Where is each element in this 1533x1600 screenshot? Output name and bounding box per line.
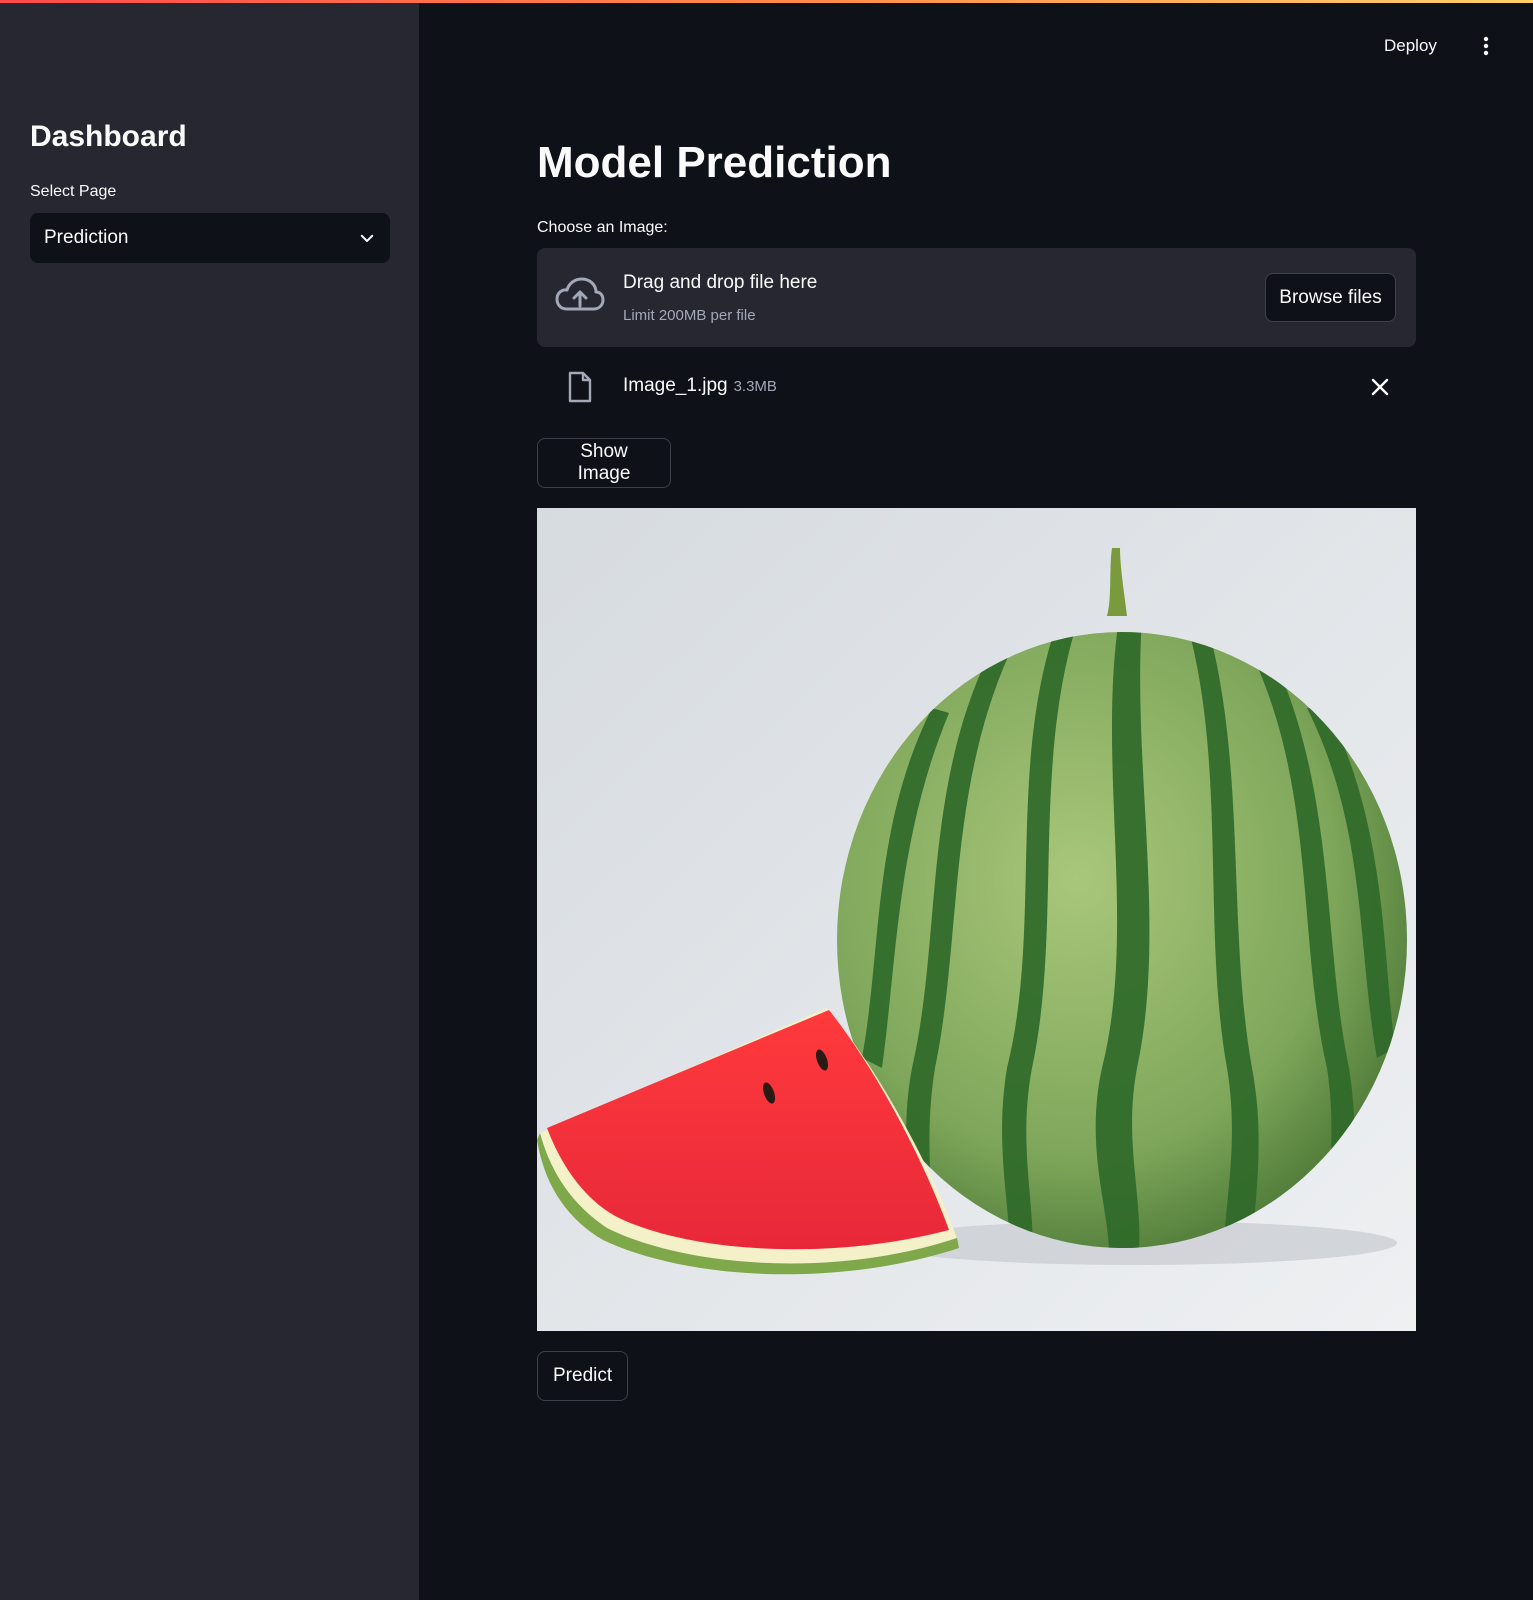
main-menu-button[interactable] xyxy=(1476,32,1496,60)
upload-cloud-icon xyxy=(555,277,605,311)
page-title: Model Prediction xyxy=(537,138,892,187)
predict-button[interactable]: Predict xyxy=(537,1351,628,1401)
dropzone-limit: Limit 200MB per file xyxy=(623,307,756,324)
browse-files-button[interactable]: Browse files xyxy=(1265,273,1396,322)
file-size: 3.3MB xyxy=(733,378,777,395)
page-select[interactable]: Prediction xyxy=(30,213,390,263)
dropzone-instructions: Drag and drop file here xyxy=(623,272,818,293)
uploader-label: Choose an Image: xyxy=(537,219,668,236)
deploy-button[interactable]: Deploy xyxy=(1384,32,1437,60)
sidebar: Dashboard Select Page Prediction xyxy=(0,0,419,1600)
kebab-menu-icon xyxy=(1483,36,1489,56)
file-icon xyxy=(568,371,592,403)
file-name-wrapper: Image_1.jpg 3.3MB xyxy=(623,375,777,397)
uploaded-file-row: Image_1.jpg 3.3MB xyxy=(537,365,1416,409)
file-name: Image_1.jpg xyxy=(623,375,728,396)
close-icon[interactable] xyxy=(1370,377,1390,397)
top-decoration-bar xyxy=(0,0,1533,3)
file-dropzone[interactable]: Drag and drop file here Limit 200MB per … xyxy=(537,248,1416,347)
sidebar-title: Dashboard xyxy=(30,120,187,153)
page-select-value: Prediction xyxy=(44,227,129,248)
uploaded-image xyxy=(537,508,1416,1331)
show-image-button[interactable]: Show Image xyxy=(537,438,671,488)
chevron-down-icon xyxy=(360,234,374,242)
select-page-label: Select Page xyxy=(30,183,117,200)
watermelon-image xyxy=(537,508,1416,1331)
